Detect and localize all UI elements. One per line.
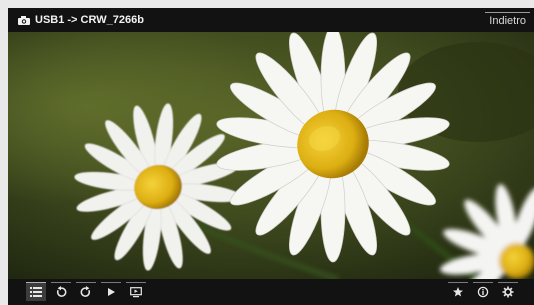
back-button[interactable]: Indietro	[485, 12, 530, 29]
slideshow-icon	[130, 287, 142, 298]
slideshow-button[interactable]	[126, 282, 146, 301]
settings-button[interactable]	[498, 282, 518, 301]
info-icon	[477, 286, 489, 298]
settings-icon	[502, 286, 514, 298]
rotate-left-button[interactable]	[51, 282, 71, 301]
rotate-right-icon	[80, 286, 91, 297]
list-icon	[30, 287, 42, 297]
photo-viewer: USB1 -> CRW_7266b Indietro	[8, 8, 534, 305]
top-bar: USB1 -> CRW_7266b Indietro	[8, 8, 534, 32]
header-title: USB1 -> CRW_7266b	[18, 8, 144, 32]
list-view-button[interactable]	[26, 282, 46, 301]
play-button[interactable]	[101, 282, 121, 301]
favorite-button[interactable]	[448, 282, 468, 301]
title-text: USB1 -> CRW_7266b	[35, 14, 144, 26]
star-icon	[453, 287, 463, 297]
rotate-right-button[interactable]	[76, 282, 96, 301]
camera-icon	[18, 15, 30, 25]
play-icon	[108, 288, 115, 296]
rotate-left-icon	[56, 286, 67, 297]
bottom-toolbar	[8, 279, 534, 305]
info-button[interactable]	[473, 282, 493, 301]
daisy-flowers-photo	[8, 32, 534, 279]
